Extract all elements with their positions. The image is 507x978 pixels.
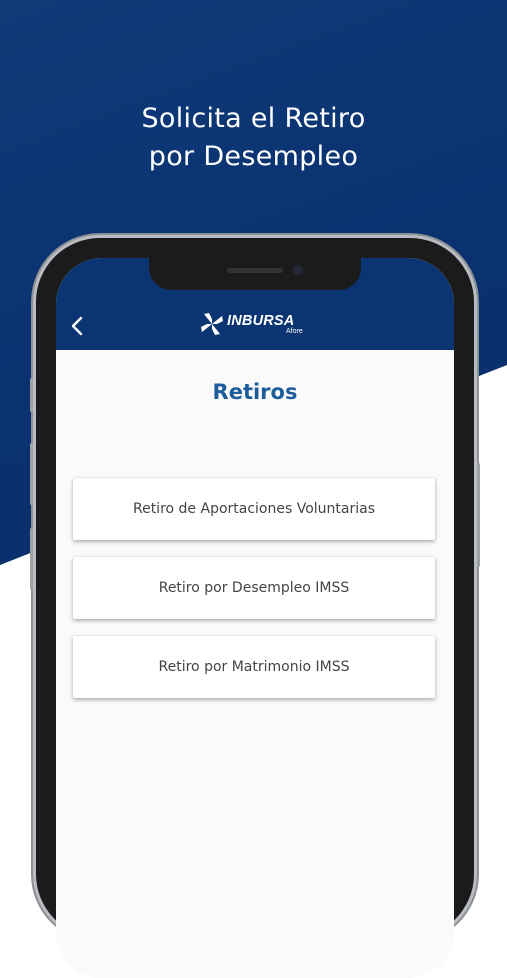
brand-name: INBURSA bbox=[227, 313, 295, 329]
option-label: Retiro de Aportaciones Voluntarias bbox=[132, 501, 376, 517]
promo-headline: Solicita el Retiro por Desempleo bbox=[0, 100, 507, 176]
option-retiro-matrimonio-imss[interactable]: Retiro por Matrimonio IMSS bbox=[73, 636, 435, 698]
phone-volume-up-button bbox=[30, 443, 33, 505]
app-header: INBURSA Afore bbox=[56, 258, 454, 350]
option-label: Retiro por Desempleo IMSS bbox=[158, 580, 350, 596]
phone-power-button bbox=[477, 463, 480, 567]
phone-silent-switch bbox=[30, 378, 33, 412]
option-retiro-desempleo-imss[interactable]: Retiro por Desempleo IMSS bbox=[73, 557, 435, 619]
front-camera-icon bbox=[293, 265, 303, 275]
phone-frame: INBURSA Afore Retiros Retiro de Aportaci… bbox=[30, 238, 480, 978]
option-label: Retiro por Matrimonio IMSS bbox=[158, 659, 350, 675]
option-retiro-aportaciones-voluntarias[interactable]: Retiro de Aportaciones Voluntarias bbox=[73, 478, 435, 540]
brand-sub: Afore bbox=[286, 328, 303, 335]
back-button[interactable] bbox=[66, 314, 90, 338]
page-title: Retiros bbox=[212, 380, 298, 404]
inbursa-logo-icon bbox=[201, 313, 223, 335]
phone-volume-down-button bbox=[30, 528, 33, 590]
chevron-left-icon bbox=[71, 316, 83, 336]
promo-headline-line-2: por Desempleo bbox=[148, 141, 359, 172]
phone-notch bbox=[149, 258, 361, 290]
promo-headline-line-1: Solicita el Retiro bbox=[141, 103, 366, 134]
phone-screen: INBURSA Afore Retiros Retiro de Aportaci… bbox=[56, 258, 454, 978]
inbursa-afore-logo: INBURSA Afore bbox=[198, 310, 314, 340]
speaker-grille bbox=[227, 268, 283, 273]
